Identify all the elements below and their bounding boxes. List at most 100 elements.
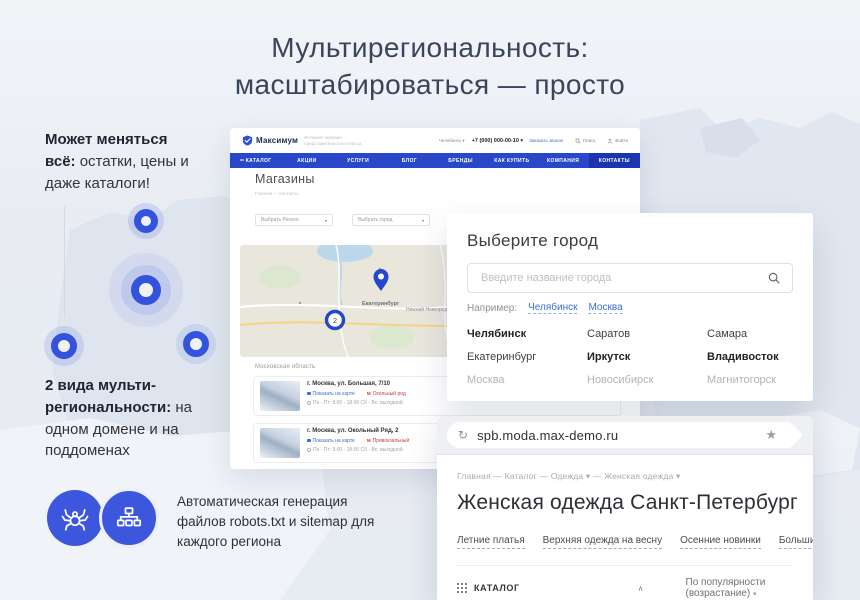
catalog-title: Женская одежда Санкт-Петербург bbox=[457, 491, 793, 515]
shop-nav-sales[interactable]: АКЦИИ bbox=[281, 153, 332, 168]
sitemap-icon bbox=[115, 504, 143, 532]
shop-nav-blog[interactable]: БЛОГ bbox=[384, 153, 435, 168]
city-select-modal: Выберите город Например: Челябинск Москв… bbox=[447, 213, 813, 401]
divider bbox=[457, 565, 793, 566]
clock-icon bbox=[307, 448, 311, 452]
note-two-types: 2 вида мульти-региональности: на одном д… bbox=[45, 375, 213, 462]
location-ring-icon bbox=[51, 333, 77, 359]
auto-generation-note: Автоматическая генерация файлов robots.t… bbox=[177, 492, 389, 552]
catalog-page: Главная — Каталог — Одежда ▾ — Женская о… bbox=[437, 455, 813, 599]
shop-logo-icon bbox=[242, 135, 253, 146]
address-bar[interactable]: ↻ spb.moda.max-demo.ru ★ bbox=[447, 422, 803, 448]
city-option[interactable]: Магнитогорск bbox=[707, 374, 827, 386]
shop-nav-catalog[interactable]: КАТАЛОГ bbox=[230, 153, 281, 168]
catalog-breadcrumb[interactable]: Главная — Каталог — Одежда ▾ — Женская о… bbox=[457, 471, 793, 482]
decorative-line bbox=[64, 206, 65, 318]
clock-icon bbox=[307, 401, 311, 405]
region-filter-select[interactable]: Выбрать Регион▾ bbox=[255, 214, 333, 226]
collapse-chevron-icon[interactable]: ∧ bbox=[638, 584, 644, 593]
hamburger-icon bbox=[240, 159, 244, 162]
shop-phone[interactable]: +7 (000) 000-00-10 ▾ bbox=[472, 138, 524, 144]
chevron-down-icon: ▾ bbox=[753, 591, 757, 598]
store-photo bbox=[260, 381, 300, 411]
city-filter-select[interactable]: Выбрать город▾ bbox=[352, 214, 430, 226]
location-ring-icon bbox=[183, 331, 209, 357]
region-group-label: Московская область bbox=[255, 364, 315, 370]
metro-icon: М bbox=[367, 438, 371, 443]
url-text[interactable]: spb.moda.max-demo.ru bbox=[477, 428, 618, 443]
city-examples-row: Например: Челябинск Москва bbox=[467, 302, 793, 314]
spider-icon bbox=[60, 503, 90, 533]
grid-icon bbox=[457, 583, 467, 593]
shop-callback-link[interactable]: Заказать звонок bbox=[529, 138, 563, 143]
slide-multiregion: Мультирегиональность: масштабироваться —… bbox=[0, 0, 860, 600]
user-icon bbox=[607, 138, 613, 144]
location-ring-icon bbox=[134, 209, 158, 233]
note-anything-changes: Может меняться всё: остатки, цены и даже… bbox=[45, 129, 201, 194]
search-icon bbox=[575, 138, 581, 144]
city-option[interactable]: Челябинск bbox=[467, 328, 587, 340]
city-option[interactable]: Иркутск bbox=[587, 351, 707, 363]
shop-nav-howtobuy[interactable]: КАК КУПИТЬ bbox=[486, 153, 537, 168]
store-metro: МОкольный ряд bbox=[367, 391, 406, 397]
catalog-tags: Летние платья Верхняя одежда на весну Ос… bbox=[457, 535, 793, 549]
shops-breadcrumb: Главная — Контакты bbox=[255, 191, 299, 196]
map-cluster-badge: 2 bbox=[327, 312, 344, 329]
shop-nav-brands[interactable]: БРЕНДЫ bbox=[435, 153, 486, 168]
catalog-toolbar: КАТАЛОГ ∧ По популярности (возрастание) … bbox=[457, 577, 793, 599]
map-pin-icon bbox=[307, 439, 311, 443]
city-option[interactable]: Екатеринбург bbox=[467, 351, 587, 363]
map-label-city2: Нижний Новгород bbox=[406, 306, 447, 313]
city-option[interactable]: Москва bbox=[467, 374, 587, 386]
example-city-link[interactable]: Москва bbox=[588, 302, 622, 314]
tag-link[interactable]: Верхняя одежда на весну bbox=[543, 535, 662, 549]
shop-nav-contacts[interactable]: КОНТАКТЫ bbox=[589, 153, 640, 168]
shop-nav: КАТАЛОГ АКЦИИ УСЛУГИ БЛОГ БРЕНДЫ КАК КУП… bbox=[230, 153, 640, 168]
city-option[interactable]: Владивосток bbox=[707, 351, 827, 363]
shop-nav-services[interactable]: УСЛУГИ bbox=[333, 153, 384, 168]
city-search-box bbox=[467, 263, 793, 293]
shop-logo-text[interactable]: Максимум bbox=[256, 136, 298, 145]
sort-select[interactable]: По популярности (возрастание) ▾ bbox=[686, 577, 793, 599]
store-photo bbox=[260, 428, 300, 458]
map-pin-icon bbox=[307, 392, 311, 396]
map-label-city1: Екатеринбург bbox=[362, 300, 400, 307]
svg-text:2: 2 bbox=[333, 316, 337, 325]
shop-header: Максимум Интернет магазин представительс… bbox=[230, 128, 640, 153]
note-two-types-bold: 2 вида мульти-региональности: bbox=[45, 377, 171, 416]
tag-link[interactable]: Осенние новинки bbox=[680, 535, 761, 549]
city-option[interactable]: Саратов bbox=[587, 328, 707, 340]
bookmark-star-icon[interactable]: ★ bbox=[765, 427, 777, 443]
tag-link[interactable]: Летние платья bbox=[457, 535, 525, 549]
shops-page-title: Магазины bbox=[255, 172, 315, 186]
shop-login-button[interactable]: Войти bbox=[607, 138, 628, 144]
store-metro: МПривокзальный bbox=[367, 438, 409, 444]
page-title: Мультирегиональность: масштабироваться —… bbox=[0, 30, 860, 104]
examples-label: Например: bbox=[467, 303, 517, 314]
browser-chrome: ↻ spb.moda.max-demo.ru ★ bbox=[437, 416, 813, 455]
show-on-map-link[interactable]: Показать на карте bbox=[307, 391, 355, 397]
shop-nav-company[interactable]: КОМПАНИЯ bbox=[538, 153, 589, 168]
store-address: г. Москва, ул. Окольный Ряд, 2 bbox=[307, 428, 398, 434]
reload-icon[interactable]: ↻ bbox=[458, 428, 468, 442]
chevron-down-icon: ▾ bbox=[325, 218, 327, 223]
city-search-input[interactable] bbox=[479, 271, 767, 285]
metro-icon: М bbox=[367, 391, 371, 396]
chevron-down-icon: ▾ bbox=[422, 218, 424, 223]
catalog-toggle-label[interactable]: КАТАЛОГ bbox=[474, 583, 520, 593]
example-city-link[interactable]: Челябинск bbox=[528, 302, 577, 314]
store-address: г. Москва, ул. Большая, 7/10 bbox=[307, 381, 390, 387]
robots-crawler-badge bbox=[47, 490, 103, 546]
subdomain-browser-mockup: ↻ spb.moda.max-demo.ru ★ Главная — Катал… bbox=[437, 416, 813, 600]
city-option[interactable]: Самара bbox=[707, 328, 827, 340]
page-title-line1: Мультирегиональность: bbox=[0, 30, 860, 67]
search-icon[interactable] bbox=[767, 271, 781, 285]
sitemap-badge bbox=[99, 488, 159, 548]
shop-city-selector[interactable]: Челябинск ▾ bbox=[439, 138, 465, 144]
show-on-map-link[interactable]: Показать на карте bbox=[307, 438, 355, 444]
shop-search-button[interactable]: Поиск bbox=[575, 138, 595, 144]
city-option[interactable]: Новосибирск bbox=[587, 374, 707, 386]
city-grid: Челябинск Саратов Самара Екатеринбург Ир… bbox=[467, 328, 793, 386]
tag-link[interactable]: Большие размеры bbox=[779, 535, 813, 549]
location-ring-icon bbox=[131, 275, 161, 305]
